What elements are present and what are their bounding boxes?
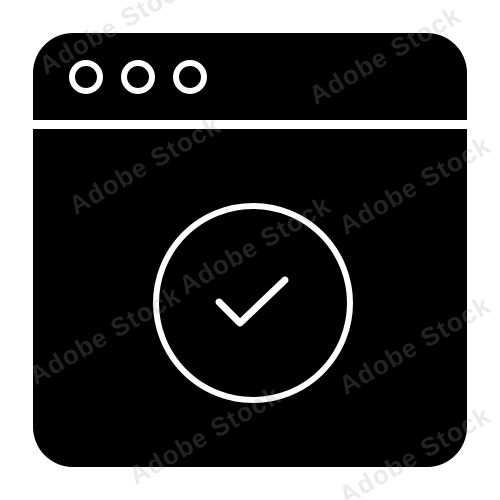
- browser-window-check-icon: [33, 33, 467, 467]
- title-bar-divider: [33, 120, 467, 129]
- icon-canvas: Adobe Stock Adobe Stock Adobe Stock Adob…: [0, 0, 500, 500]
